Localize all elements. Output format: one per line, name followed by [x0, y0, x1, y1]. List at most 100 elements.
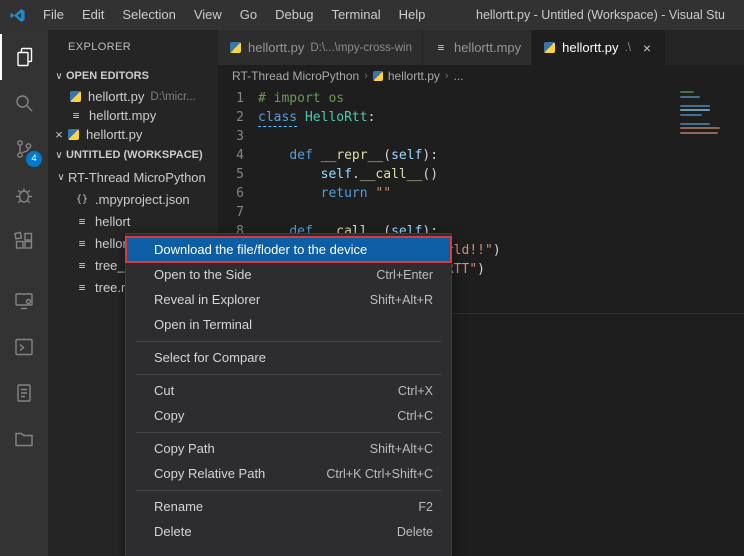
line-number: 3 [218, 127, 258, 146]
close-icon[interactable]: × [639, 40, 655, 56]
breadcrumb-label: RT-Thread MicroPython [232, 69, 359, 83]
device-monitor-icon[interactable] [0, 278, 48, 324]
breadcrumb-item[interactable]: hellortt.py [373, 69, 440, 83]
terminal-icon[interactable] [0, 324, 48, 370]
menu-debug[interactable]: Debug [266, 0, 322, 30]
menu-item-shortcut: Shift+Alt+R [370, 293, 433, 307]
menu-item-label: Copy Path [154, 441, 215, 456]
open-editor-item[interactable]: × hellortt.py [48, 125, 218, 144]
tab-detail: D:\...\mpy-cross-win [310, 42, 412, 54]
python-file-icon [68, 129, 79, 140]
menu-selection[interactable]: Selection [113, 0, 184, 30]
title-bar: FileEditSelectionViewGoDebugTerminalHelp… [0, 0, 744, 30]
open-editors-header[interactable]: ∨ OPEN EDITORS [48, 65, 218, 87]
file-tree-item[interactable]: ≡hellort [48, 210, 218, 232]
output-document-icon[interactable] [0, 370, 48, 416]
mpy-file-icon: ≡ [68, 109, 84, 122]
chevron-down-icon: ∨ [52, 150, 66, 161]
menu-item-label: Copy Relative Path [154, 466, 265, 481]
open-editor-item[interactable]: ≡hellortt.mpy [48, 106, 218, 125]
menu-terminal[interactable]: Terminal [322, 0, 389, 30]
window-title: hellortt.py - Untitled (Workspace) - Vis… [476, 8, 744, 22]
explorer-icon[interactable] [0, 34, 48, 80]
menu-item-label: Open in Terminal [154, 317, 252, 332]
breadcrumb-item[interactable]: RT-Thread MicroPython [232, 69, 359, 83]
chevron-down-icon: ∨ [52, 71, 66, 82]
menu-help[interactable]: Help [390, 0, 435, 30]
open-editor-item[interactable]: hellortt.pyD:\micr... [48, 87, 218, 106]
vscode-logo-icon [0, 7, 34, 24]
context-menu-item-select-for-compare[interactable]: Select for Compare [126, 345, 451, 370]
context-menu-item-open-to-the-side[interactable]: Open to the SideCtrl+Enter [126, 262, 451, 287]
menu-item-label: Delete [154, 524, 192, 539]
python-file-icon [230, 42, 241, 53]
workspace-header[interactable]: ∨ UNTITLED (WORKSPACE) [48, 144, 218, 166]
context-menu-item-copy-path[interactable]: Copy Path Shift+Alt+C [126, 436, 451, 461]
breadcrumb-label: ... [454, 69, 464, 83]
minimap[interactable] [680, 91, 732, 136]
debug-icon[interactable] [0, 172, 48, 218]
menu-file[interactable]: File [34, 0, 73, 30]
sidebar-title: EXPLORER [48, 30, 218, 65]
json-file-icon: {} [74, 194, 90, 205]
line-number: 5 [218, 165, 258, 184]
open-editors-label: OPEN EDITORS [66, 70, 149, 82]
breadcrumb: RT-Thread MicroPython›hellortt.py›... [218, 65, 744, 87]
code-text: # import os [258, 89, 344, 108]
minimap-line [680, 91, 694, 93]
mpy-file-icon: ≡ [74, 215, 90, 228]
context-menu-item-open-in-terminal[interactable]: Open in Terminal [126, 312, 451, 337]
source-control-icon[interactable]: 4 [0, 126, 48, 172]
open-editors-list: hellortt.pyD:\micr...≡hellortt.mpy × hello… [48, 87, 218, 144]
tab-hellortt-py[interactable]: hellortt.py D:\...\mpy-cross-win [218, 30, 423, 65]
code-line: 1# import os [218, 89, 744, 108]
tab-label: hellortt.py [562, 40, 618, 55]
code-line: 7 [218, 203, 744, 222]
menu-go[interactable]: Go [231, 0, 266, 30]
menu-separator [126, 486, 451, 494]
breadcrumb-item[interactable]: ... [454, 69, 464, 83]
search-icon[interactable] [0, 80, 48, 126]
close-icon[interactable]: × [52, 127, 66, 142]
menu-edit[interactable]: Edit [73, 0, 113, 30]
folder-name: RT-Thread MicroPython [68, 170, 206, 185]
code-text: def __repr__(self): [258, 146, 438, 165]
code-line: 5 self.__call__() [218, 165, 744, 184]
context-menu-item-reveal-in-explorer[interactable]: Reveal in ExplorerShift+Alt+R [126, 287, 451, 312]
menu-item-shortcut: Ctrl+X [398, 384, 433, 398]
breadcrumb-label: hellortt.py [388, 69, 440, 83]
context-menu-item-copy[interactable]: Copy Ctrl+C [126, 403, 451, 428]
menu-item-label: Select for Compare [154, 350, 266, 365]
menu-separator [126, 337, 451, 345]
menu-item-label: Rename [154, 499, 203, 514]
context-menu-item-download-the-file-floder-to-th[interactable]: Download the file/floder to the device [126, 237, 451, 262]
context-menu-item-cut[interactable]: Cut Ctrl+X [126, 378, 451, 403]
menu-view[interactable]: View [185, 0, 231, 30]
context-menu: Download the file/floder to the device Op… [125, 233, 452, 556]
menu-item-label: Download the file/floder to the device [154, 242, 367, 257]
tab-bar: hellortt.py D:\...\mpy-cross-win ≡hellortt… [218, 30, 744, 65]
file-name: hellortt.py [86, 127, 142, 142]
code-line: 2class HelloRtt: [218, 108, 744, 127]
line-number: 2 [218, 108, 258, 127]
code-text: self.__call__() [258, 165, 438, 184]
source-control-badge: 4 [26, 151, 42, 167]
tab-label: hellortt.py [248, 40, 304, 55]
menu-item-shortcut: F2 [418, 500, 433, 514]
file-tree-item[interactable]: {}.mpyproject.json [48, 188, 218, 210]
context-menu-item-copy-relative-path[interactable]: Copy Relative PathCtrl+K Ctrl+Shift+C [126, 461, 451, 486]
extensions-icon[interactable] [0, 218, 48, 264]
tab-hellortt-mpy[interactable]: ≡hellortt.mpy [423, 30, 532, 65]
tab-hellortt-py[interactable]: hellortt.py.\× [532, 30, 666, 65]
menu-item-shortcut: Shift+Alt+C [370, 442, 433, 456]
minimap-line [680, 105, 710, 107]
menu-item-label: Copy [154, 408, 184, 423]
mpy-file-icon: ≡ [74, 237, 90, 250]
context-menu-item-delete[interactable]: DeleteDelete [126, 519, 451, 544]
python-file-icon [70, 91, 81, 102]
menu-item-label: Cut [154, 383, 174, 398]
folder-icon[interactable] [0, 416, 48, 462]
menu-item-shortcut: Ctrl+C [397, 409, 433, 423]
context-menu-item-rename[interactable]: Rename F2 [126, 494, 451, 519]
folder-rt-thread-micropython[interactable]: ∨ RT-Thread MicroPython [48, 166, 218, 188]
